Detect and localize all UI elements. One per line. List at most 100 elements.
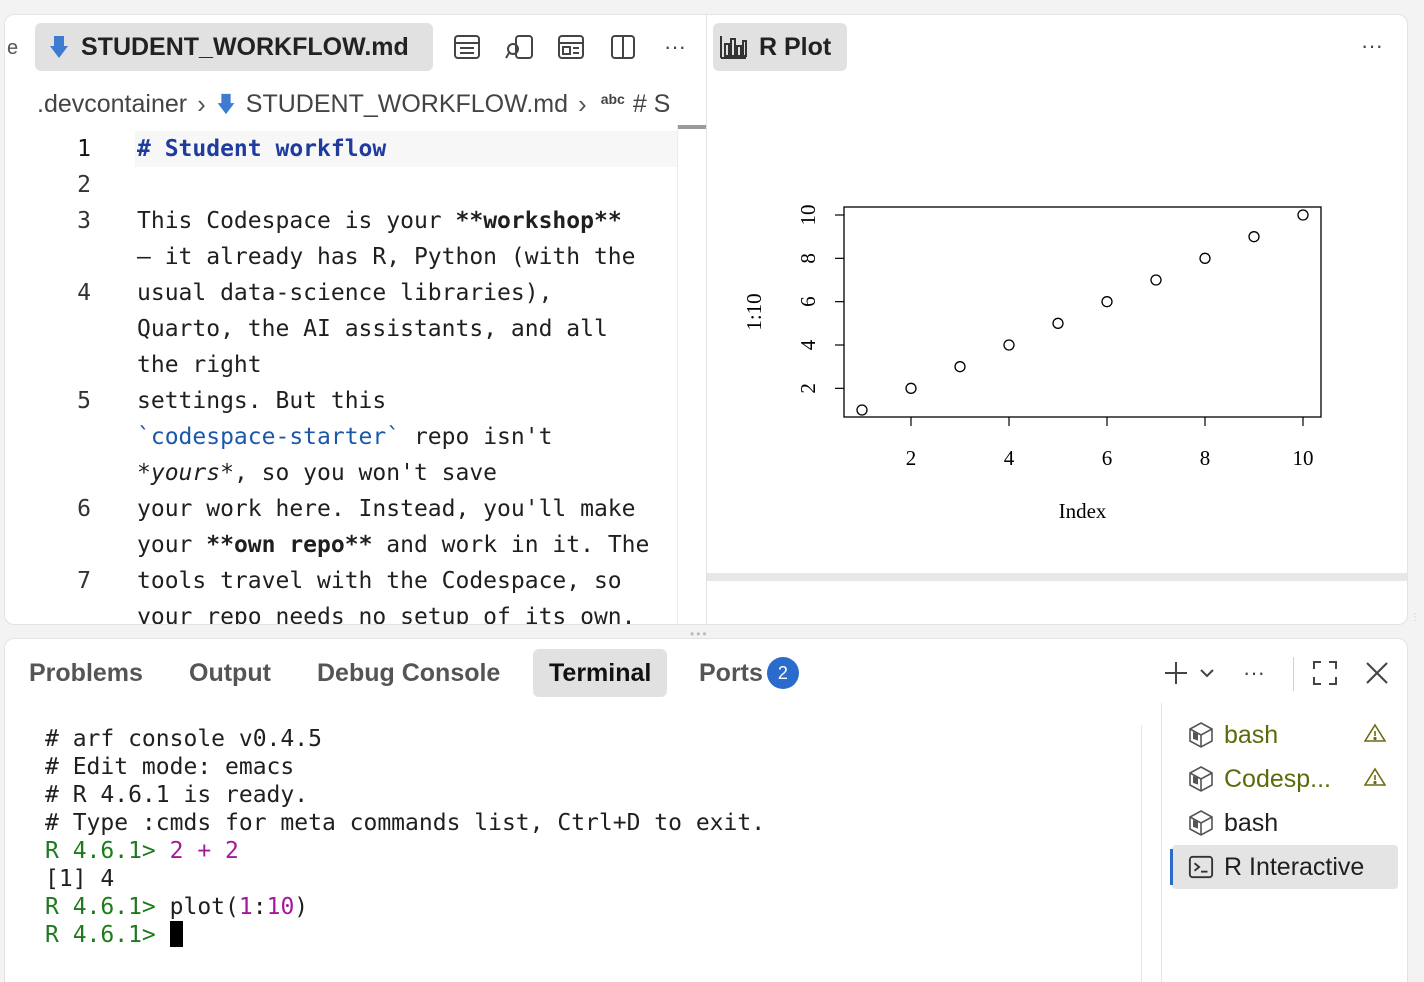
terminal-list: bash Codesp... bash R Interactive [1161,703,1405,982]
terminal-cursor [169,921,183,947]
open-changes-icon[interactable] [451,31,483,63]
code-token: settings. But this [137,388,387,414]
toggle-layout-icon[interactable] [555,31,587,63]
breadcrumb-folder[interactable]: .devcontainer [37,90,187,119]
line-number: 7 [77,568,91,594]
terminal-line: R 4.6.1> 2 + 2 [45,837,1145,865]
active-indicator [1170,849,1173,885]
terminal-list-label: bash [1224,808,1279,837]
code-line: — it already has R, Python (with the [137,239,636,275]
x-tick-label: 2 [906,446,917,470]
chevron-down-icon[interactable] [1197,655,1217,691]
warning-icon [1363,765,1387,794]
line-number: 2 [77,172,91,198]
terminal-token: plot( [169,894,239,920]
x-axis-label: Index [1059,499,1107,523]
data-point [1101,296,1113,308]
code-token: — it already has R, Python (with the [137,244,636,270]
x-tick-label: 6 [1102,446,1113,470]
warning-icon [1363,721,1387,750]
partial-tab-glyph[interactable]: e [7,37,18,60]
bottom-panel: Problems Output Debug Console Terminal P… [4,638,1408,982]
terminal-token: 10 [266,894,295,920]
code-token: This Codespace is your [137,208,456,234]
breadcrumb-file[interactable]: STUDENT_WORKFLOW.md [246,90,568,119]
tab-student-workflow[interactable]: STUDENT_WORKFLOW.md [35,23,433,71]
open-preview-side-icon[interactable] [503,31,535,63]
close-panel-icon[interactable] [1361,655,1393,691]
new-terminal-icon[interactable] [1161,655,1191,691]
code-line: your repo needs no setup of its own. [137,599,636,624]
x-tick-label: 10 [1293,446,1314,470]
data-point [1199,252,1211,264]
code-line: # Student workflow [137,131,386,167]
data-point [1003,339,1015,351]
cube-icon [1188,809,1214,837]
terminal-token: : [252,894,267,920]
data-point [1297,209,1309,221]
tab-terminal[interactable]: Terminal [533,649,668,697]
terminal-list-item[interactable]: bash [1172,801,1398,845]
data-point [1248,231,1260,243]
tab-output[interactable]: Output [173,649,287,697]
breadcrumb-symbol[interactable]: # S [633,90,671,119]
code-line: usual data-science libraries), [137,275,552,311]
data-point [1150,274,1162,286]
tab-r-plot[interactable]: R Plot [713,23,847,71]
terminal-token: # arf console v0.4.5 [45,726,322,752]
data-point [856,404,868,416]
code-editor[interactable]: 1 # Student workflow 2 3 This Codespace is y… [5,125,677,624]
markdown-arrow-icon [216,92,236,116]
toolbar-divider [1293,657,1294,691]
panel-more-actions-icon[interactable]: ··· [1239,655,1269,691]
terminal-token: ) [294,894,309,920]
code-token: and work in it. The [372,532,650,558]
tab-ports[interactable]: Ports 2 [683,649,815,697]
terminal-list-item[interactable]: R Interactive [1170,845,1398,889]
terminal-output[interactable]: # arf console v0.4.5 # Edit mode: emacs # … [45,725,1145,982]
editor-group: e STUDENT_WORKFLOW.md ··· .devcontainer [4,14,706,625]
data-point [905,382,917,394]
ports-count-badge: 2 [766,657,799,689]
editor-more-actions-icon[interactable]: ··· [659,31,691,63]
plot-more-actions-icon[interactable]: ··· [1361,33,1391,61]
code-token: Quarto, the AI assistants, and all [137,316,608,342]
panel-resize-handle[interactable]: ⋮ [1410,613,1420,623]
terminal-token: R 4.6.1> [45,922,170,948]
data-point [1052,317,1064,329]
terminal-line: R 4.6.1> plot(1:10) [45,893,1145,921]
y-tick-label: 2 [796,383,820,394]
r-plot-canvas: 2 4 6 8 10 2 4 6 8 10 Index 1:10 [742,205,1322,523]
terminal-token: 1 [238,894,253,920]
markdown-arrow-icon [47,33,71,61]
tab-debug-console[interactable]: Debug Console [301,649,516,697]
maximize-panel-icon[interactable] [1309,655,1341,691]
data-point [954,361,966,373]
terminal-list-item[interactable]: bash [1172,713,1398,757]
terminal-line: # Type :cmds for meta commands list, Ctr… [45,809,1145,837]
tab-label: STUDENT_WORKFLOW.md [81,32,409,61]
editor-scrollbar[interactable] [677,125,706,624]
code-token: **own repo** [206,532,373,558]
cube-icon [1188,721,1214,749]
code-token: *yours* [137,460,234,486]
line-number: 3 [77,208,91,234]
code-token: # Student workflow [137,136,387,162]
terminal-icon [1188,853,1214,881]
line-number: 6 [77,496,91,522]
plot-panel: R Plot ··· 2 4 6 8 10 2 4 6 8 10 Index 1:10 [706,14,1408,625]
x-tick-label: 8 [1200,446,1211,470]
code-line: Quarto, the AI assistants, and all [137,311,608,347]
tab-problems[interactable]: Problems [13,649,159,697]
bar-chart-icon [719,34,747,60]
plot-scrollbar[interactable] [707,573,1407,581]
code-line: tools travel with the Codespace, so [137,563,622,599]
terminal-line: # R 4.6.1 is ready. [45,781,1145,809]
code-token: tools travel with the Codespace, so [137,568,622,594]
scrollbar-thumb[interactable] [678,125,706,129]
terminal-token: 2 + 2 [169,838,239,864]
split-editor-icon[interactable] [607,31,639,63]
terminal-token: # Edit mode: emacs [45,754,295,780]
terminal-line: # arf console v0.4.5 [45,725,1145,753]
terminal-list-item[interactable]: Codesp... [1172,757,1398,801]
